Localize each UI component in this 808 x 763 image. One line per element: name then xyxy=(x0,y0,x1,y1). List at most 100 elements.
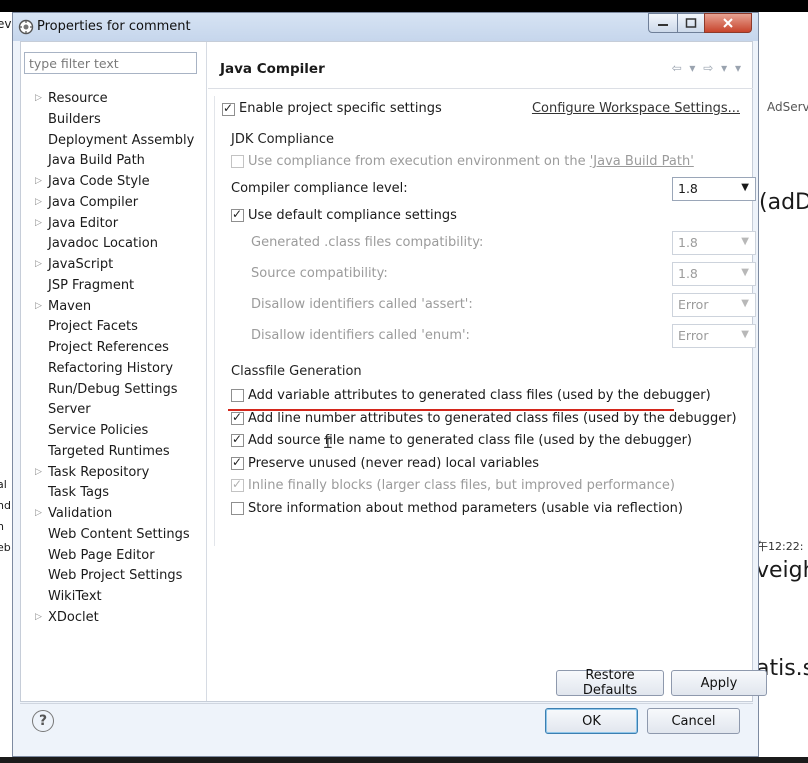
use-ee-compliance-label: Use compliance from execution environmen… xyxy=(248,154,694,169)
sidebar-item[interactable]: Web Content Settings xyxy=(21,526,206,546)
expand-arrow-icon[interactable]: ▷ xyxy=(35,508,42,518)
sidebar-item-label: Web Project Settings xyxy=(48,568,183,584)
classfile-option-checkbox[interactable] xyxy=(231,502,244,515)
generated-compat-select[interactable]: 1.8 ▼ xyxy=(672,231,756,255)
classfile-option-checkbox[interactable] xyxy=(231,455,244,470)
assert-label: Disallow identifiers called 'assert': xyxy=(251,297,473,312)
bg-fragment: nd xyxy=(0,499,11,512)
sidebar-item-label: Java Build Path xyxy=(48,153,145,169)
sidebar-item[interactable]: Java Build Path xyxy=(21,152,206,172)
sidebar-item-label: Java Compiler xyxy=(48,194,139,210)
sidebar-item[interactable]: WikiText xyxy=(21,588,206,608)
bg-fragment: eb xyxy=(0,541,11,554)
title-bar[interactable]: Properties for comment xyxy=(13,13,758,41)
jdk-compliance-heading: JDK Compliance xyxy=(231,132,335,147)
java-build-path-link[interactable]: 'Java Build Path' xyxy=(590,154,694,169)
sidebar-item-label: Deployment Assembly xyxy=(48,132,195,148)
restore-defaults-button[interactable]: Restore Defaults xyxy=(556,668,664,698)
sidebar-item[interactable]: Server xyxy=(21,401,206,421)
sidebar-item[interactable]: Web Page Editor xyxy=(21,547,206,567)
sidebar-item-label: Task Tags xyxy=(48,485,109,501)
sidebar-item[interactable]: Web Project Settings xyxy=(21,567,206,587)
enum-label: Disallow identifiers called 'enum': xyxy=(251,328,470,343)
expand-arrow-icon[interactable]: ▷ xyxy=(35,176,42,186)
sidebar-item-label: Resource xyxy=(48,91,108,106)
classfile-option-checkbox[interactable] xyxy=(231,410,244,425)
sidebar-item[interactable]: ▷ Maven xyxy=(21,298,206,318)
classfile-option-checkbox[interactable] xyxy=(231,389,244,402)
sidebar-item[interactable]: Project References xyxy=(21,339,206,359)
sidebar-item-label: Targeted Runtimes xyxy=(48,443,170,459)
sidebar-item[interactable]: JSP Fragment xyxy=(21,277,206,297)
sidebar-item[interactable]: ▷ XDoclet xyxy=(21,609,206,629)
properties-dialog: Properties for comment ▷ Resource Builders… xyxy=(12,12,767,757)
property-page-tree: ▷ Resource Builders Deployment Assembly Java… xyxy=(21,42,207,701)
expand-arrow-icon[interactable]: ▷ xyxy=(35,259,42,269)
expand-arrow-icon[interactable]: ▷ xyxy=(35,197,42,207)
close-icon xyxy=(723,18,733,28)
background-left-strip: ev al nd n eb xyxy=(0,12,12,757)
sidebar-item[interactable]: ▷ JavaScript xyxy=(21,256,206,276)
close-button[interactable] xyxy=(704,13,752,33)
chevron-down-icon: ▼ xyxy=(741,329,749,340)
sidebar-item[interactable]: Javadoc Location xyxy=(21,235,206,255)
sidebar-item[interactable]: Targeted Runtimes xyxy=(21,443,206,463)
assert-value: Error xyxy=(678,297,709,312)
cancel-button[interactable]: Cancel xyxy=(647,708,740,734)
sidebar-item[interactable]: Run/Debug Settings xyxy=(21,381,206,401)
apply-button[interactable]: Apply xyxy=(671,670,767,696)
compliance-level-select[interactable]: 1.8 ▼ xyxy=(672,177,756,201)
sidebar-item-label: Project Facets xyxy=(48,319,138,335)
expand-arrow-icon[interactable]: ▷ xyxy=(35,218,42,228)
use-default-compliance-label: Use default compliance settings xyxy=(248,208,457,223)
history-nav-icons[interactable]: ⇦ ▾ ⇨ ▾ ▾ xyxy=(672,61,743,75)
sidebar-item-label: Service Policies xyxy=(48,423,149,438)
sidebar-item[interactable]: Task Tags xyxy=(21,484,206,504)
bg-fragment: ev xyxy=(0,17,12,31)
sidebar-item[interactable]: ▷ Validation xyxy=(21,505,206,525)
minimize-button[interactable] xyxy=(648,13,678,33)
sidebar-item-label: WikiText xyxy=(48,589,102,604)
java-compiler-page: Java Compiler ⇦ ▾ ⇨ ▾ ▾ Enable project s… xyxy=(208,42,767,701)
sidebar-item[interactable]: ▷ Java Editor xyxy=(21,215,206,235)
assert-select[interactable]: Error ▼ xyxy=(672,293,756,317)
ok-button[interactable]: OK xyxy=(545,708,638,734)
bg-fragment: al xyxy=(0,478,7,491)
sidebar-item[interactable]: ▷ Java Compiler xyxy=(21,194,206,214)
help-icon[interactable]: ? xyxy=(32,710,54,732)
sidebar-item-label: Maven xyxy=(48,298,92,314)
sidebar-item-label: Builders xyxy=(48,111,101,127)
source-compat-select[interactable]: 1.8 ▼ xyxy=(672,262,756,286)
use-default-compliance-checkbox[interactable] xyxy=(231,207,244,222)
maximize-button[interactable] xyxy=(677,13,705,33)
sidebar-item-label: Javadoc Location xyxy=(48,236,158,252)
expand-arrow-icon[interactable]: ▷ xyxy=(35,93,42,103)
sidebar-item[interactable]: ▷ Java Code Style xyxy=(21,173,206,193)
classfile-generation-heading: Classfile Generation xyxy=(231,364,362,379)
expand-arrow-icon[interactable]: ▷ xyxy=(35,301,42,311)
bg-fragment: veigh xyxy=(759,558,808,583)
sidebar-item[interactable]: Builders xyxy=(21,111,206,131)
sidebar-item[interactable]: Project Facets xyxy=(21,318,206,338)
sidebar-item[interactable]: ▷ Task Repository xyxy=(21,464,206,484)
sidebar-item[interactable]: ▷ Resource xyxy=(21,90,206,110)
expand-arrow-icon[interactable]: ▷ xyxy=(35,467,42,477)
background-right-strip: AdServ (adD 午12:22: veigh atis.s xyxy=(759,12,808,757)
classfile-option-checkbox[interactable] xyxy=(231,432,244,448)
sidebar-item-label: Validation xyxy=(48,506,113,521)
sidebar-item[interactable]: Service Policies xyxy=(21,422,206,442)
enum-select[interactable]: Error ▼ xyxy=(672,324,756,348)
filter-input[interactable] xyxy=(24,52,197,74)
sidebar-item[interactable]: Refactoring History xyxy=(21,360,206,380)
classfile-option-label: Add line number attributes to generated … xyxy=(248,410,737,426)
classfile-option-label: Preserve unused (never read) local varia… xyxy=(248,455,540,471)
expand-arrow-icon[interactable]: ▷ xyxy=(35,612,42,622)
maximize-icon xyxy=(685,18,697,28)
use-ee-compliance-checkbox[interactable] xyxy=(231,155,244,168)
sidebar-item[interactable]: Deployment Assembly xyxy=(21,132,206,152)
screen-top-band xyxy=(0,0,808,12)
classfile-option-checkbox[interactable] xyxy=(231,477,244,493)
chevron-down-icon: ▼ xyxy=(741,298,749,309)
window-title: Properties for comment xyxy=(37,19,191,34)
compliance-level-value: 1.8 xyxy=(678,181,698,196)
